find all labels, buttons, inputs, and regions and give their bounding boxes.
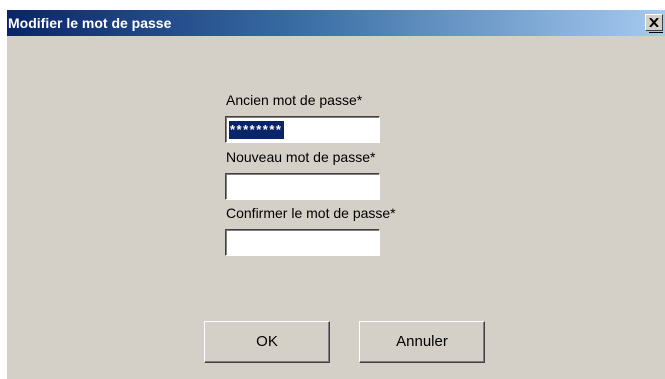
confirm-password-field[interactable] xyxy=(225,229,380,256)
old-password-field[interactable]: ******** xyxy=(225,116,380,143)
close-button[interactable] xyxy=(645,14,663,31)
close-accelerator-underline xyxy=(649,32,663,33)
ok-button[interactable]: OK xyxy=(204,321,330,363)
old-password-value: ******** xyxy=(229,121,285,139)
window-title: Modifier le mot de passe xyxy=(8,15,172,31)
confirm-password-label: Confirmer le mot de passe* xyxy=(226,205,396,221)
cancel-button[interactable]: Annuler xyxy=(359,321,485,363)
old-password-label: Ancien mot de passe* xyxy=(226,92,363,108)
new-password-field[interactable] xyxy=(225,173,380,200)
new-password-label: Nouveau mot de passe* xyxy=(226,149,376,165)
close-icon xyxy=(649,18,659,27)
